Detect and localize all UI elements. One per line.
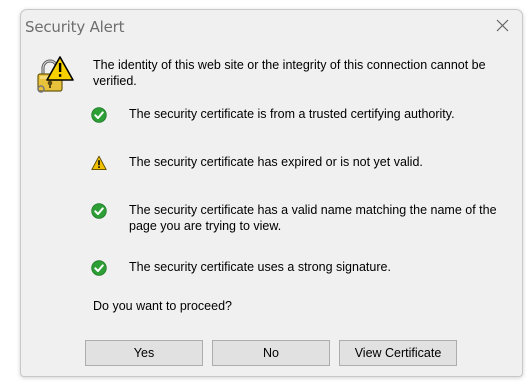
check-icon [91,107,107,123]
warning-icon [91,155,107,171]
check-icon [91,203,107,219]
proceed-question: Do you want to proceed? [93,299,232,313]
close-button[interactable] [490,15,514,37]
yes-button[interactable]: Yes [85,340,203,366]
no-button[interactable]: No [212,340,330,366]
page: Security Alert The identity of this web … [0,0,527,382]
certificate-check-text: The security certificate has expired or … [129,155,423,169]
certificate-check-text: The security certificate uses a strong s… [129,260,391,274]
security-alert-dialog: Security Alert The identity of this web … [20,9,523,377]
title-bar: Security Alert [21,10,522,44]
certificate-check-text: The security certificate has a valid nam… [129,203,497,233]
view-certificate-button[interactable]: View Certificate [339,340,457,366]
close-icon [496,19,509,32]
window-title: Security Alert [25,18,125,36]
intro-text: The identity of this web site or the int… [93,58,486,88]
certificate-check-text: The security certificate is from a trust… [129,107,455,121]
check-icon [91,260,107,276]
lock-warning-icon [33,55,75,97]
